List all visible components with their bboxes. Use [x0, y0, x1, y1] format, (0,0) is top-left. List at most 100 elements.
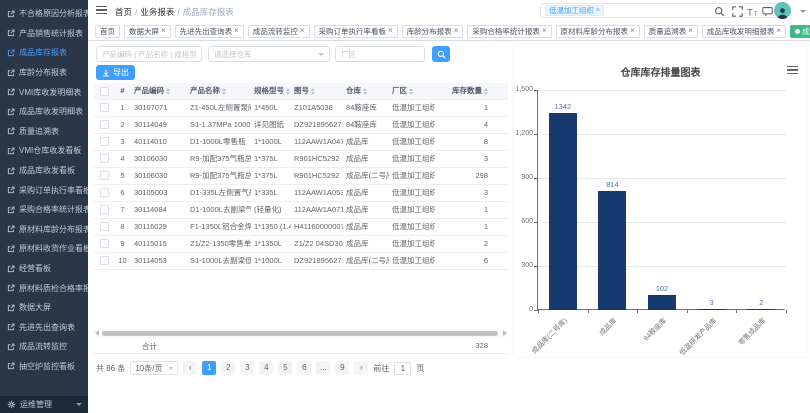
breadcrumb-section[interactable]: 业务报表 — [140, 7, 174, 17]
scrollbar-thumb[interactable] — [102, 331, 498, 336]
close-tab-icon[interactable]: × — [300, 27, 305, 35]
caret-down-icon[interactable] — [800, 10, 806, 13]
cell-spec: 1*1000L — [251, 252, 291, 269]
column-header[interactable]: 仓库 — [343, 83, 389, 99]
close-tab-icon[interactable]: × — [688, 27, 693, 35]
tab-item[interactable]: 采购合格率统计报表× — [467, 25, 551, 38]
more-pages-button[interactable]: ... — [316, 361, 330, 375]
keyword-input[interactable] — [96, 46, 202, 62]
chart-menu-icon[interactable] — [787, 66, 798, 75]
tab-item[interactable]: 先进先出查询表× — [175, 25, 244, 38]
page-button[interactable]: 5 — [278, 361, 292, 375]
sidebar-item[interactable]: 成品库存报表 — [0, 43, 88, 63]
column-header[interactable]: 规格型号 — [251, 83, 291, 99]
page-button[interactable]: 6 — [297, 361, 311, 375]
close-tab-icon[interactable]: × — [776, 27, 781, 35]
page-size-select[interactable]: 10条/页 — [130, 361, 178, 375]
row-checkbox[interactable] — [100, 188, 109, 197]
row-checkbox[interactable] — [100, 154, 109, 163]
tab-item[interactable]: 成品库收发明细报表× — [702, 25, 786, 38]
close-tab-icon[interactable]: × — [388, 27, 393, 35]
sidebar-item[interactable]: 数据大屏 — [0, 298, 88, 318]
tab-item[interactable]: 采购订单执行率看板× — [314, 25, 398, 38]
fullscreen-icon[interactable] — [730, 4, 744, 18]
sidebar-item[interactable]: 成品流转监控 — [0, 337, 88, 357]
sidebar-item[interactable]: VMI仓库收发看板 — [0, 141, 88, 161]
horizontal-scrollbar[interactable] — [94, 329, 508, 337]
sort-icon[interactable] — [286, 88, 290, 95]
tab-item[interactable]: 数据大屏× — [124, 25, 171, 38]
column-header[interactable]: 产品编码 — [131, 83, 187, 99]
row-checkbox[interactable] — [100, 256, 109, 265]
row-checkbox[interactable] — [100, 239, 109, 248]
sidebar-item[interactable]: 成品库收发明细表 — [0, 102, 88, 122]
row-checkbox[interactable] — [100, 171, 109, 180]
column-header[interactable]: 库存数量 — [435, 83, 491, 99]
tab-item[interactable]: 质量追溯表× — [644, 25, 698, 38]
page-button[interactable]: 3 — [240, 361, 254, 375]
sort-icon[interactable] — [222, 88, 226, 95]
message-icon[interactable] — [760, 4, 774, 18]
export-button[interactable]: 导出 — [96, 65, 135, 80]
avatar[interactable] — [774, 2, 791, 19]
sidebar-item[interactable]: 成品库收发看板 — [0, 161, 88, 181]
column-header[interactable]: 厂区 — [389, 83, 435, 99]
page-button[interactable]: 1 — [202, 361, 216, 375]
sidebar-item[interactable]: 产品销售统计报表 — [0, 24, 88, 44]
sidebar-item[interactable]: 经营看板 — [0, 259, 88, 279]
cell-name: S1-1000L去副梁低压... — [187, 252, 251, 269]
scroll-left-icon[interactable] — [95, 330, 99, 336]
tab-active[interactable]: 成品库存报表× — [790, 25, 810, 38]
sort-icon[interactable] — [311, 88, 315, 95]
close-tab-icon[interactable]: × — [454, 27, 459, 35]
row-checkbox[interactable] — [100, 222, 109, 231]
sort-icon[interactable] — [484, 88, 488, 95]
column-header[interactable]: 图号 — [291, 83, 343, 99]
jump-page-input[interactable] — [394, 362, 411, 375]
column-header[interactable]: 产品名称 — [187, 83, 251, 99]
sidebar-item[interactable]: 库龄分布报表 — [0, 63, 88, 83]
breadcrumb-home[interactable]: 首页 — [115, 7, 132, 17]
close-tab-icon[interactable]: × — [542, 27, 547, 35]
warehouse-select[interactable]: 请选择仓库 — [208, 46, 330, 62]
search-button[interactable] — [432, 46, 450, 62]
sidebar-item[interactable]: 质量追溯表 — [0, 122, 88, 142]
search-icon[interactable] — [712, 4, 726, 18]
close-tab-icon[interactable]: × — [234, 27, 239, 35]
prev-page-button[interactable]: ‹ — [183, 361, 197, 375]
tag-close-icon[interactable]: × — [596, 6, 600, 16]
sidebar-item-admin[interactable]: 运维管理 — [0, 396, 88, 413]
sidebar-toggle-icon[interactable] — [96, 6, 107, 15]
row-checkbox[interactable] — [100, 205, 109, 214]
page-button[interactable]: 9 — [335, 361, 349, 375]
sort-icon[interactable] — [363, 88, 367, 95]
sidebar-item[interactable]: 采购订单执行率看板 — [0, 180, 88, 200]
close-tab-icon[interactable]: × — [630, 27, 635, 35]
page-button[interactable]: 4 — [259, 361, 273, 375]
select-all-checkbox[interactable] — [100, 87, 109, 96]
row-checkbox[interactable] — [100, 137, 109, 146]
sidebar-item[interactable]: 不合格原因分析报表 — [0, 4, 88, 24]
tab-item[interactable]: 首页 — [95, 25, 120, 38]
sidebar-item[interactable]: VMI库收发明细表 — [0, 82, 88, 102]
font-size-icon[interactable]: TT — [746, 4, 760, 18]
sidebar-item[interactable]: 先进先出查询表 — [0, 318, 88, 338]
sidebar-item[interactable]: 原材料库龄分布报表 — [0, 220, 88, 240]
row-checkbox[interactable] — [100, 120, 109, 129]
scroll-right-icon[interactable] — [503, 330, 507, 336]
close-tab-icon[interactable]: × — [161, 27, 166, 35]
sidebar-item[interactable]: 采购合格率统计报表 — [0, 200, 88, 220]
sort-icon[interactable] — [166, 88, 170, 95]
tab-item[interactable]: 原材料库龄分布报表× — [556, 25, 640, 38]
factory-input[interactable] — [335, 46, 425, 62]
tab-item[interactable]: 库龄分布报表× — [402, 25, 464, 38]
tab-item[interactable]: 成品流转监控× — [248, 25, 310, 38]
sort-icon[interactable] — [409, 88, 413, 95]
sidebar-item[interactable]: 抽空炉监控看板 — [0, 357, 88, 377]
page-button[interactable]: 2 — [221, 361, 235, 375]
download-icon — [102, 69, 110, 77]
row-checkbox[interactable] — [100, 103, 109, 112]
next-page-button[interactable]: › — [354, 361, 368, 375]
sidebar-item[interactable]: 原材料质检合格率报表 — [0, 278, 88, 298]
sidebar-item[interactable]: 原材料收货作业看板 — [0, 239, 88, 259]
